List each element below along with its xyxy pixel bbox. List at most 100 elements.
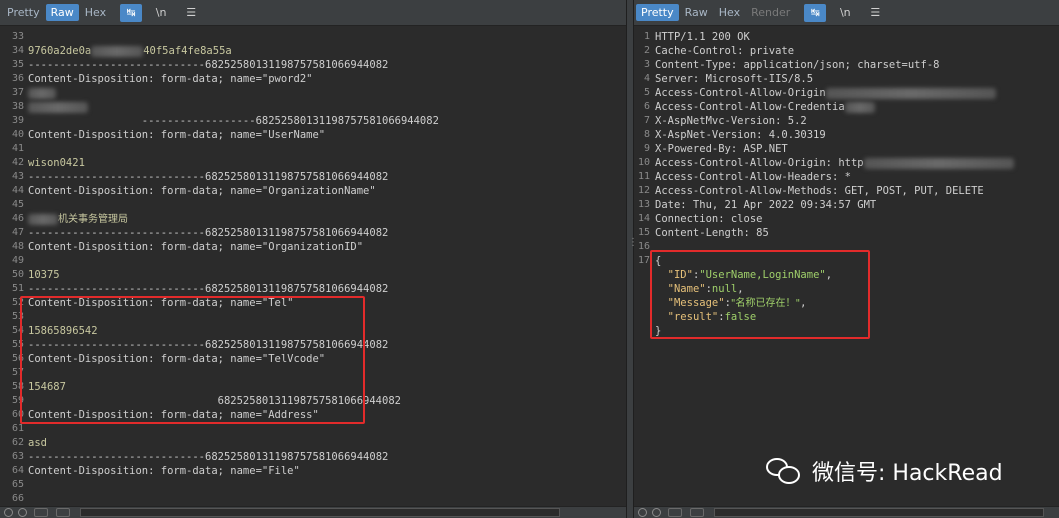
redacted-block — [825, 87, 996, 99]
header-acah: Access-Control-Allow-Headers: * — [655, 171, 851, 183]
line-number: 64 — [11, 465, 24, 476]
tab-hex[interactable]: Hex — [714, 4, 745, 21]
line-number: 15 — [637, 227, 650, 238]
forward-icon[interactable] — [56, 508, 70, 517]
acao-text: Access-Control-Allow-Origin — [655, 87, 826, 99]
cd-orgid: Content-Disposition: form-data; name="Or… — [28, 241, 364, 253]
header-content-length: Content-Length: 85 — [655, 227, 769, 239]
line-40: Content-Disposition: form-data; name="Us… — [28, 128, 626, 142]
line-36: Content-Disposition: form-data; name="pw… — [28, 72, 626, 86]
line-number: 13 — [637, 199, 650, 210]
response-editor[interactable]: 1 2 3 4 5 6 7 8 9 10 11 12 13 14 15 16 17 HTTP/1.1 200 O… — [634, 26, 1059, 506]
response-statusbar — [634, 506, 1059, 518]
redacted-block — [863, 157, 1014, 169]
header-content-type: Content-Type: application/json; charset=… — [655, 59, 940, 71]
back-icon[interactable] — [34, 508, 48, 517]
cd-orgname: Content-Disposition: form-data; name="Or… — [28, 185, 376, 197]
line-number: 41 — [11, 143, 24, 154]
line-49 — [28, 254, 626, 268]
cd-username: Content-Disposition: form-data; name="Us… — [28, 129, 326, 141]
line-46: 机关事务管理局 — [28, 212, 626, 226]
line-33 — [28, 30, 626, 44]
line-number: 40 — [11, 129, 24, 140]
line-number: 63 — [11, 451, 24, 462]
settings-icon[interactable] — [18, 508, 27, 517]
line-62: asd — [28, 436, 626, 450]
response-line-numbers: 1 2 3 4 5 6 7 8 9 10 11 12 13 14 15 16 17 — [634, 30, 650, 268]
line-45 — [28, 198, 626, 212]
line-number: 37 — [11, 87, 24, 98]
line-number: 11 — [637, 171, 650, 182]
newline-toggle[interactable]: \n — [150, 4, 172, 22]
line-50: 10375 — [28, 268, 626, 282]
request-search-input[interactable] — [80, 508, 560, 517]
request-editor[interactable]: 33 34 35 36 37 38 39 40 41 42 43 44 45 46 47 48 49 50 51 52… — [0, 26, 626, 506]
line-48: Content-Disposition: form-data; name="Or… — [28, 240, 626, 254]
help-icon[interactable] — [4, 508, 13, 517]
value-username: wison0421 — [28, 157, 85, 169]
line-number: 62 — [11, 437, 24, 448]
line-number: 8 — [643, 129, 650, 140]
line-44: Content-Disposition: form-data; name="Or… — [28, 184, 626, 198]
line-39: ------------------6825258013119875758106… — [28, 115, 439, 127]
header-aspnet-version: X-AspNet-Version: 4.0.30319 — [655, 129, 826, 141]
line-number: 17 — [637, 255, 650, 266]
menu-icon[interactable]: ☰ — [180, 4, 202, 22]
line-66 — [28, 492, 626, 506]
token-prefix: 9760a2de0a — [28, 45, 92, 57]
cd-pword2: Content-Disposition: form-data; name="pw… — [28, 73, 313, 85]
line-number: 46 — [11, 213, 24, 224]
line-number: 48 — [11, 241, 24, 252]
line-number: 61 — [11, 423, 24, 434]
line-number: 51 — [11, 283, 24, 294]
line-38 — [28, 100, 626, 114]
redacted-block — [28, 213, 58, 225]
tab-render[interactable]: Render — [746, 4, 795, 21]
value-address: asd — [28, 437, 47, 449]
line-43: ----------------------------682525801311… — [28, 171, 389, 183]
line-number: 14 — [637, 213, 650, 224]
redacted-block — [844, 101, 875, 113]
back-icon[interactable] — [668, 508, 682, 517]
value-orgid: 10375 — [28, 269, 60, 281]
line-number: 65 — [11, 479, 24, 490]
tab-raw[interactable]: Raw — [680, 4, 713, 21]
wrap-icon[interactable]: ↹ — [804, 3, 827, 22]
acac-text: Access-Control-Allow-Credentia — [655, 101, 845, 113]
header-acao-2: Access-Control-Allow-Origin: http — [655, 156, 1059, 170]
forward-icon[interactable] — [690, 508, 704, 517]
response-search-input[interactable] — [714, 508, 1044, 517]
wrap-icon[interactable]: ↹ — [120, 3, 143, 22]
token-suffix: 40f5af4fe8a55a — [143, 45, 232, 57]
redacted-block — [28, 101, 88, 113]
line-41 — [28, 142, 626, 156]
line-number: 3 — [643, 59, 650, 70]
wechat-icon — [766, 456, 802, 486]
line-number: 43 — [11, 171, 24, 182]
newline-toggle[interactable]: \n — [834, 4, 856, 22]
help-icon[interactable] — [638, 508, 647, 517]
line-number: 5 — [643, 87, 650, 98]
line-number: 33 — [11, 31, 24, 42]
line-number: 38 — [11, 101, 24, 112]
watermark-text: 微信号: HackRead — [812, 461, 1003, 486]
pane-divider[interactable]: ⋮ — [626, 0, 638, 518]
settings-icon[interactable] — [652, 508, 661, 517]
menu-icon[interactable]: ☰ — [864, 4, 886, 22]
line-37 — [28, 86, 626, 100]
tab-pretty[interactable]: Pretty — [636, 4, 679, 21]
line-number: 66 — [11, 493, 24, 504]
tab-hex[interactable]: Hex — [80, 4, 111, 21]
tab-raw[interactable]: Raw — [45, 4, 79, 21]
header-acao: Access-Control-Allow-Origin — [655, 86, 1059, 100]
header-powered-by: X-Powered-By: ASP.NET — [655, 143, 788, 155]
tab-pretty[interactable]: Pretty — [2, 4, 45, 21]
line-63: ----------------------------682525801311… — [28, 451, 389, 463]
line-number: 2 — [643, 45, 650, 56]
redacted-block — [28, 87, 56, 99]
line-35: ----------------------------682525801311… — [28, 59, 389, 71]
line-number: 50 — [11, 269, 24, 280]
line-number: 10 — [637, 157, 650, 168]
request-body: 9760a2de0a 40f5af4fe8a55a ---------------… — [28, 30, 626, 506]
line-number: 49 — [11, 255, 24, 266]
